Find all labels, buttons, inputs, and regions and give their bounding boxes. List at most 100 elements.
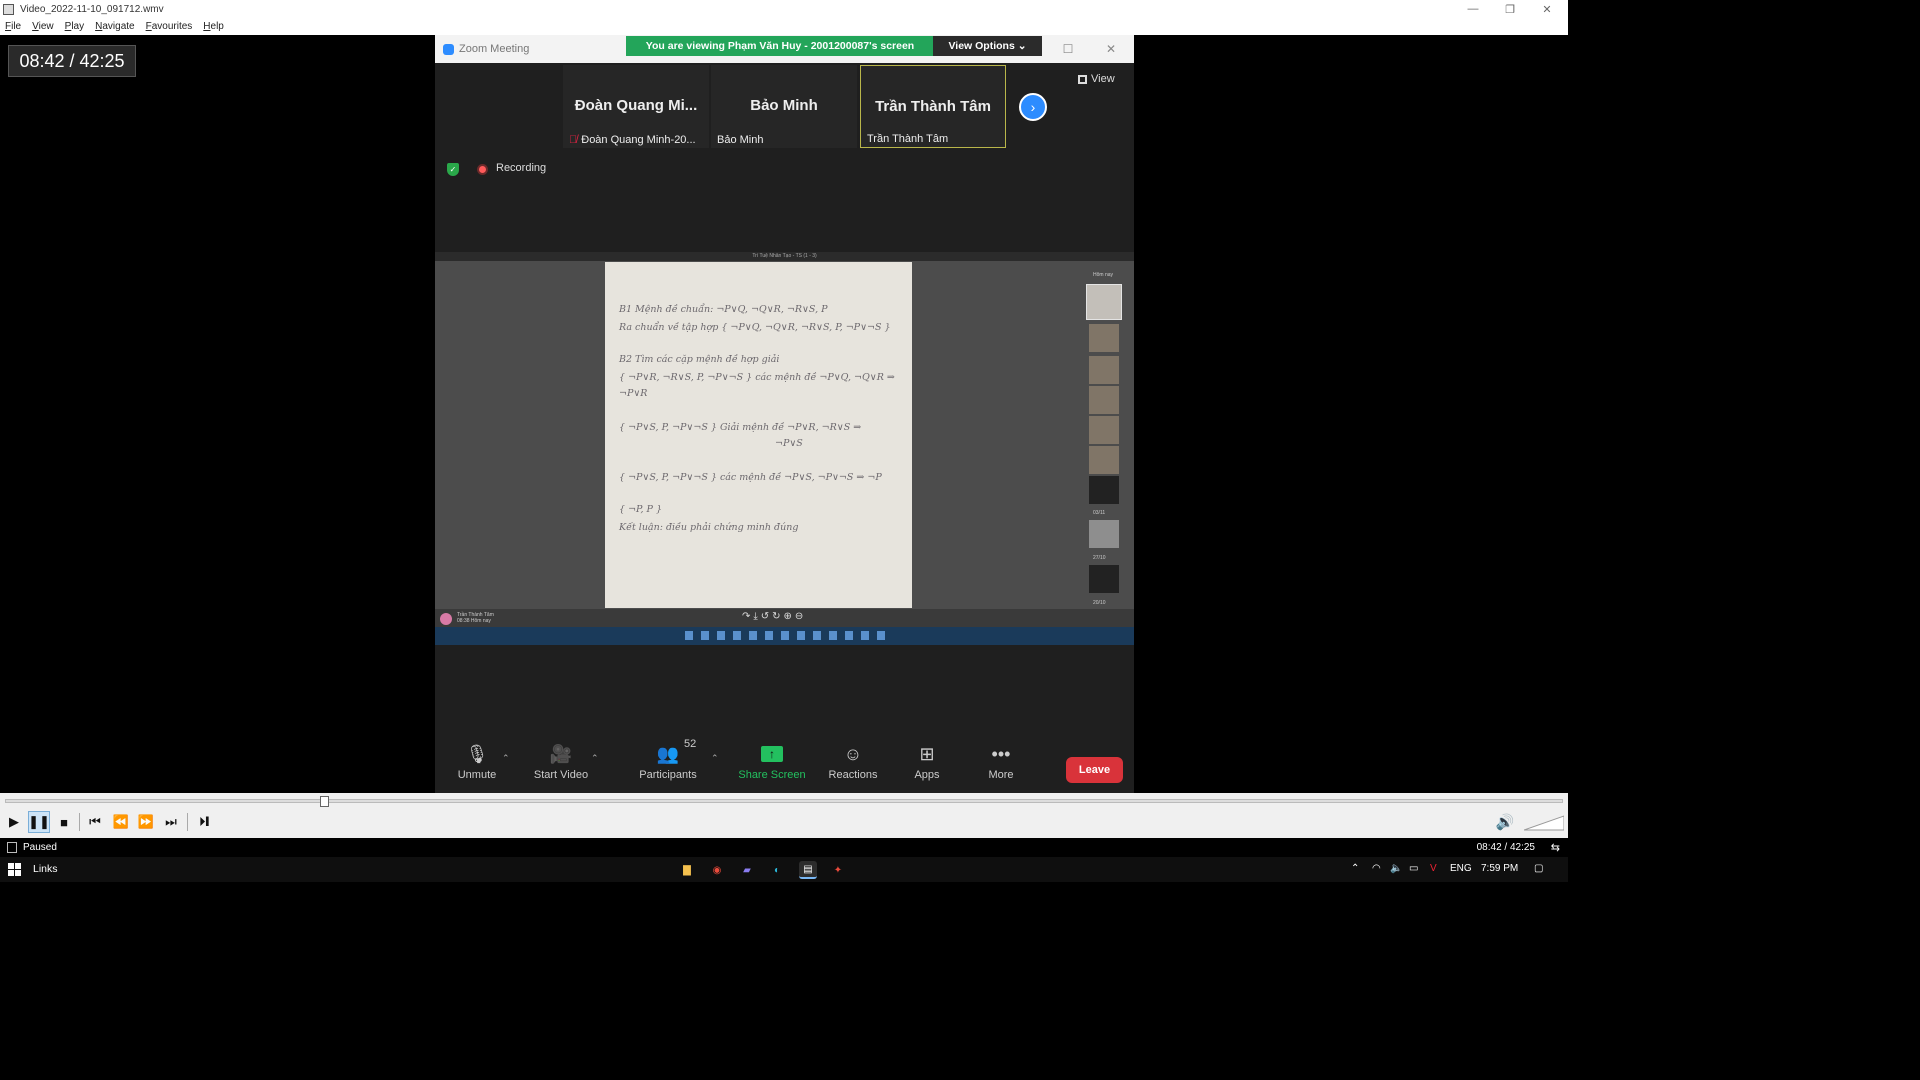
- date-label: 03/11: [1093, 510, 1106, 516]
- image-tools-icons: ↷⤓↺↻⊕⊖: [742, 611, 807, 622]
- system-clock[interactable]: 7:59 PM: [1481, 863, 1518, 874]
- handwriting-line: Kết luận: điều phải chứng minh đúng: [619, 522, 799, 533]
- participants-button[interactable]: 👥 52 Participants: [636, 738, 700, 789]
- menu-help[interactable]: Help: [203, 21, 224, 32]
- start-video-label: Start Video: [533, 769, 589, 781]
- battery-icon[interactable]: ▭: [1409, 863, 1418, 874]
- links-toolbar[interactable]: Links: [33, 863, 58, 875]
- menu-navigate[interactable]: Navigate: [95, 21, 134, 32]
- handwriting-line: Ra chuẩn về tập hợp { ¬P∨Q, ¬Q∨R, ¬R∨S, …: [619, 322, 891, 333]
- leave-button[interactable]: Leave: [1066, 757, 1123, 783]
- view-button[interactable]: View: [1078, 69, 1124, 89]
- more-button[interactable]: ••• More: [983, 741, 1019, 789]
- play-icon[interactable]: ▶: [3, 811, 25, 833]
- security-shield-icon[interactable]: ✓: [447, 163, 459, 176]
- seek-thumb[interactable]: [320, 796, 330, 807]
- renderer-switch-icon[interactable]: ⇆: [1551, 841, 1560, 854]
- player-controls: ▶ ❚❚ ■ ⏮ ⏪ ⏩ ⏭ ⏵❙ 🔊: [0, 793, 1568, 838]
- skip-back-icon[interactable]: ⏮: [84, 811, 106, 833]
- next-page-button[interactable]: ›: [1019, 93, 1047, 121]
- apps-label: Apps: [914, 769, 940, 781]
- status-bar: Paused 08:42 / 42:25 ⇆: [0, 838, 1568, 857]
- close-button[interactable]: ✕: [1529, 0, 1565, 18]
- thumbnail[interactable]: [1089, 520, 1119, 548]
- window-title: Video_2022-11-10_091712.wmv: [20, 3, 164, 15]
- thumbnail[interactable]: [1089, 356, 1119, 384]
- shared-window-title: Trí Tuệ Nhân Tạo - TS (1 - 3): [435, 252, 1134, 261]
- handwriting-line: ¬P∨S: [775, 438, 803, 449]
- handwritten-note-photo: B1 Mệnh đề chuẩn: ¬P∨Q, ¬Q∨R, ¬R∨S, P Ra…: [605, 262, 912, 608]
- menu-file[interactable]: File: [5, 21, 21, 32]
- view-options-button[interactable]: View Options ⌄: [933, 36, 1042, 56]
- skip-forward-icon[interactable]: ⏭: [160, 811, 182, 833]
- pause-icon[interactable]: ❚❚: [28, 811, 50, 833]
- seek-bar[interactable]: [5, 799, 1563, 803]
- share-screen-button[interactable]: ↑ Share Screen: [737, 741, 807, 789]
- date-label: 27/10: [1093, 555, 1106, 561]
- participants-caret-icon[interactable]: ⌃: [711, 753, 719, 764]
- reactions-icon: ☺: [843, 743, 863, 764]
- frame-step-icon[interactable]: ⏵❙: [193, 811, 215, 833]
- zoom-close-icon[interactable]: ✕: [1102, 40, 1120, 58]
- chevron-right-icon: ›: [1030, 99, 1036, 115]
- menu-view[interactable]: View: [32, 21, 54, 32]
- menu-bar: File View Play Navigate Favourites Help: [0, 18, 1568, 35]
- thumbnail[interactable]: [1086, 284, 1122, 320]
- participant-tile[interactable]: Đoàn Quang Mi... 🎙̸ Đoàn Quang Minh-20...: [563, 65, 709, 148]
- participant-label: Trần Thành Tâm: [867, 133, 949, 145]
- participant-display-name: Bảo Minh: [750, 97, 818, 114]
- language-indicator[interactable]: ENG: [1450, 863, 1472, 874]
- visual-studio-icon[interactable]: ▰: [738, 861, 756, 879]
- handwriting-line: { ¬P∨S, P, ¬P∨¬S } các mệnh đề ¬P∨S, ¬P∨…: [619, 472, 882, 483]
- status-file-icon: [7, 842, 17, 853]
- zoom-maximize-icon[interactable]: ☐: [1059, 40, 1077, 58]
- start-video-button[interactable]: 🎥 Start Video: [530, 741, 592, 789]
- menu-favourites[interactable]: Favourites: [146, 21, 193, 32]
- audio-options-caret-icon[interactable]: ⌃: [502, 753, 510, 764]
- participant-display-name: Đoàn Quang Mi...: [574, 97, 698, 114]
- rewind-icon[interactable]: ⏪: [110, 811, 132, 833]
- handwriting-line: { ¬P, P }: [619, 504, 662, 515]
- app-taskbar-icon[interactable]: ✦: [829, 861, 847, 879]
- handwriting-line: ¬P∨R: [619, 388, 648, 399]
- chrome-icon[interactable]: ◉: [708, 861, 726, 879]
- thumbnail[interactable]: [1089, 565, 1119, 593]
- thumbnail[interactable]: [1089, 324, 1119, 352]
- apps-icon: ⊞: [919, 743, 935, 764]
- unmute-button[interactable]: 🎙 Unmute: [453, 741, 501, 789]
- thumbnail[interactable]: [1089, 446, 1119, 474]
- volume-icon[interactable]: 🔊: [1494, 811, 1516, 833]
- date-label: 20/10: [1093, 600, 1106, 606]
- media-player-taskbar-icon[interactable]: ▤: [799, 861, 817, 879]
- share-screen-icon: ↑: [737, 741, 807, 767]
- stop-icon[interactable]: ■: [53, 811, 75, 833]
- volume-slider[interactable]: [1524, 813, 1564, 831]
- handwriting-line: { ¬P∨R, ¬R∨S, P, ¬P∨¬S } các mệnh đề ¬P∨…: [619, 372, 895, 383]
- minimize-button[interactable]: —: [1455, 0, 1491, 18]
- wifi-icon[interactable]: ◠: [1372, 863, 1381, 874]
- participants-count: 52: [684, 738, 697, 750]
- edge-icon[interactable]: ◐: [768, 861, 786, 879]
- handwriting-line: B1 Mệnh đề chuẩn: ¬P∨Q, ¬Q∨R, ¬R∨S, P: [619, 304, 828, 315]
- zoom-meeting-window: Zoom Meeting You are viewing Phạm Văn Hu…: [435, 35, 1134, 793]
- thumbnail[interactable]: [1089, 476, 1119, 504]
- tray-chevron-up-icon[interactable]: ⌃: [1351, 863, 1359, 874]
- video-options-caret-icon[interactable]: ⌃: [591, 753, 599, 764]
- more-dots-icon: •••: [991, 743, 1011, 764]
- apps-button[interactable]: ⊞ Apps: [909, 741, 945, 789]
- speaker-icon[interactable]: 🔈: [1390, 863, 1402, 874]
- participant-label: Bảo Minh: [717, 134, 764, 146]
- windows-start-icon[interactable]: [8, 863, 21, 876]
- notifications-icon[interactable]: ▢: [1534, 863, 1543, 874]
- menu-play[interactable]: Play: [65, 21, 84, 32]
- thumbnail[interactable]: [1089, 386, 1119, 414]
- restore-button[interactable]: ❐: [1492, 0, 1528, 18]
- file-explorer-icon[interactable]: ▇: [678, 861, 696, 879]
- participant-label: Đoàn Quang Minh-20...: [581, 134, 696, 146]
- reactions-button[interactable]: ☺ Reactions: [827, 741, 879, 789]
- participant-tile[interactable]: Bảo Minh Bảo Minh: [711, 65, 857, 148]
- antivirus-icon[interactable]: V: [1430, 863, 1437, 874]
- participant-tile-active-speaker[interactable]: Trần Thành Tâm Trần Thành Tâm: [860, 65, 1006, 148]
- thumbnail[interactable]: [1089, 416, 1119, 444]
- fast-forward-icon[interactable]: ⏩: [135, 811, 157, 833]
